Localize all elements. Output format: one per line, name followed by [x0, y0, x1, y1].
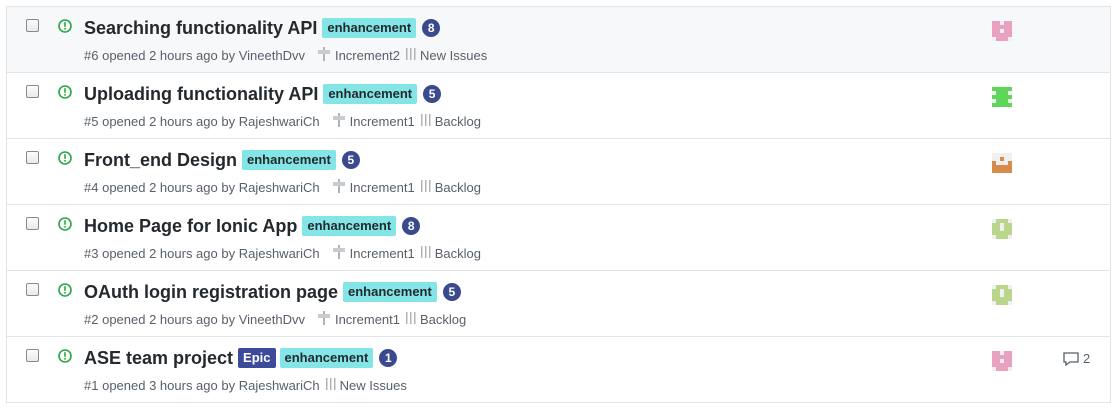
issue-meta: #6 opened 2 hours ago by VineethDvv Incr…: [84, 47, 487, 64]
pipeline-icon: [325, 377, 336, 394]
issue-opened-icon: [58, 283, 72, 297]
issue-title-line: ASE team project Epic enhancement 1: [84, 346, 398, 370]
issue-number: #4: [84, 180, 99, 195]
milestone-icon: [317, 47, 331, 64]
comments-link[interactable]: 2: [1063, 351, 1090, 366]
issue-meta: #1 opened 3 hours ago by RajeshwariCh Ne…: [84, 377, 407, 394]
issue-author-link[interactable]: VineethDvv: [239, 48, 305, 63]
issue-opened-icon: [58, 349, 72, 363]
issue-opened-text: opened 3 hours ago by: [102, 378, 236, 393]
assignee-avatar[interactable]: [992, 351, 1012, 371]
estimate-badge: 5: [341, 151, 360, 169]
label-enhancement[interactable]: enhancement: [242, 150, 336, 170]
issue-row[interactable]: OAuth login registration page enhancemen…: [7, 271, 1110, 337]
issue-row[interactable]: ASE team project Epic enhancement 1 #1 op…: [7, 337, 1110, 403]
label-enhancement[interactable]: enhancement: [302, 216, 397, 236]
issue-author-link[interactable]: VineethDvv: [239, 312, 305, 327]
issue-number: #5: [84, 114, 99, 129]
pipeline-name: Backlog: [434, 114, 481, 129]
issue-title-link[interactable]: Searching functionality API: [84, 18, 317, 39]
issue-list: Searching functionality API enhancement …: [6, 6, 1111, 403]
issue-number: #2: [84, 312, 99, 327]
milestone-icon: [332, 179, 346, 196]
pipeline-icon: [406, 47, 416, 64]
issue-title-line: Searching functionality API enhancement …: [84, 16, 441, 40]
estimate-badge: 8: [422, 19, 441, 37]
pipeline-name: Backlog: [434, 246, 481, 261]
issue-opened-text: opened 2 hours ago by: [102, 312, 236, 327]
issue-title-line: Front_end Design enhancement 5: [84, 148, 360, 172]
issue-opened-icon: [58, 19, 72, 33]
issue-opened-icon: [58, 85, 72, 99]
issue-title-line: Home Page for Ionic App enhancement 8: [84, 214, 421, 238]
issue-author-link[interactable]: RajeshwariCh: [239, 114, 320, 129]
issue-title-link[interactable]: OAuth login registration page: [84, 282, 338, 303]
issue-title-line: Uploading functionality API enhancement …: [84, 82, 442, 106]
estimate-badge: 5: [442, 283, 461, 301]
assignee-avatar[interactable]: [992, 87, 1012, 107]
pipeline-name: Backlog: [434, 180, 481, 195]
issue-checkbox[interactable]: [26, 85, 39, 98]
issue-opened-icon: [58, 151, 72, 165]
issue-opened-text: opened 2 hours ago by: [102, 114, 236, 129]
estimate-badge: 5: [423, 85, 442, 103]
issue-meta: #4 opened 2 hours ago by RajeshwariCh In…: [84, 179, 481, 196]
milestone-icon: [317, 311, 331, 328]
issue-title-link[interactable]: Front_end Design: [84, 150, 237, 171]
issue-title-link[interactable]: Home Page for Ionic App: [84, 216, 297, 237]
issue-title-link[interactable]: Uploading functionality API: [84, 84, 318, 105]
milestone-link[interactable]: Increment2: [335, 48, 400, 63]
pipeline-icon: [420, 113, 431, 130]
label-enhancement[interactable]: enhancement: [323, 84, 418, 104]
issue-checkbox[interactable]: [26, 349, 39, 362]
issue-opened-text: opened 2 hours ago by: [102, 48, 236, 63]
label-epic[interactable]: Epic: [238, 348, 276, 368]
issue-row[interactable]: Front_end Design enhancement 5 #4 opened…: [7, 139, 1110, 205]
milestone-icon: [332, 113, 346, 130]
milestone-link[interactable]: Increment1: [350, 246, 415, 261]
issue-number: #6: [84, 48, 99, 63]
issue-checkbox[interactable]: [26, 151, 39, 164]
label-enhancement[interactable]: enhancement: [343, 282, 437, 302]
comment-icon: [1063, 351, 1079, 366]
assignee-avatar[interactable]: [992, 219, 1012, 239]
issue-meta: #3 opened 2 hours ago by RajeshwariCh In…: [84, 245, 481, 262]
issue-title-link[interactable]: ASE team project: [84, 348, 233, 369]
label-enhancement[interactable]: enhancement: [322, 18, 417, 38]
assignee-avatar[interactable]: [992, 285, 1012, 305]
milestone-link[interactable]: Increment1: [350, 114, 415, 129]
estimate-badge: 8: [402, 217, 421, 235]
pipeline-icon: [406, 311, 416, 328]
issue-number: #1: [84, 378, 99, 393]
issue-opened-text: opened 2 hours ago by: [102, 180, 236, 195]
issue-row[interactable]: Home Page for Ionic App enhancement 8 #3…: [7, 205, 1110, 271]
pipeline-name: Backlog: [420, 312, 467, 327]
issue-title-line: OAuth login registration page enhancemen…: [84, 280, 461, 304]
pipeline-icon: [420, 245, 431, 262]
issue-author-link[interactable]: RajeshwariCh: [239, 180, 320, 195]
issue-checkbox[interactable]: [26, 283, 39, 296]
issue-meta: #5 opened 2 hours ago by RajeshwariCh In…: [84, 113, 481, 130]
milestone-link[interactable]: Increment1: [335, 312, 400, 327]
pipeline-name: New Issues: [420, 48, 488, 63]
comment-count: 2: [1083, 351, 1091, 366]
issue-checkbox[interactable]: [26, 217, 39, 230]
issue-checkbox[interactable]: [26, 19, 39, 32]
issue-meta: #2 opened 2 hours ago by VineethDvv Incr…: [84, 311, 466, 328]
issue-row[interactable]: Searching functionality API enhancement …: [7, 7, 1110, 73]
pipeline-icon: [420, 179, 431, 196]
milestone-icon: [332, 245, 346, 262]
label-enhancement[interactable]: enhancement: [279, 348, 374, 368]
issue-opened-icon: [58, 217, 72, 231]
assignee-avatar[interactable]: [992, 153, 1012, 173]
milestone-link[interactable]: Increment1: [350, 180, 415, 195]
estimate-badge: 1: [379, 349, 398, 367]
issue-author-link[interactable]: RajeshwariCh: [239, 378, 320, 393]
pipeline-name: New Issues: [339, 378, 407, 393]
issue-number: #3: [84, 246, 99, 261]
issue-row[interactable]: Uploading functionality API enhancement …: [7, 73, 1110, 139]
issue-author-link[interactable]: RajeshwariCh: [239, 246, 320, 261]
assignee-avatar[interactable]: [992, 21, 1012, 41]
issue-opened-text: opened 2 hours ago by: [102, 246, 236, 261]
